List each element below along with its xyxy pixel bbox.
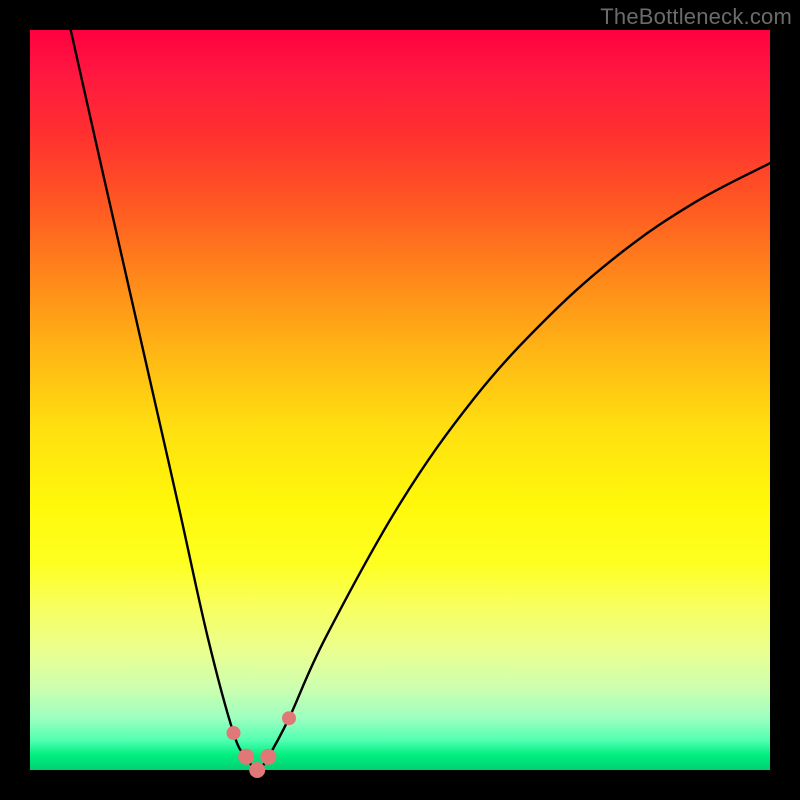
curve-marker — [238, 749, 254, 765]
curve-marker — [282, 711, 296, 725]
curve-marker — [227, 726, 241, 740]
bottleneck-curve-svg — [30, 30, 770, 770]
watermark-text: TheBottleneck.com — [600, 4, 792, 30]
bottleneck-curve — [71, 30, 770, 770]
gradient-plot-area — [30, 30, 770, 770]
curve-marker — [249, 762, 265, 778]
curve-marker — [260, 749, 276, 765]
page-frame: TheBottleneck.com — [0, 0, 800, 800]
